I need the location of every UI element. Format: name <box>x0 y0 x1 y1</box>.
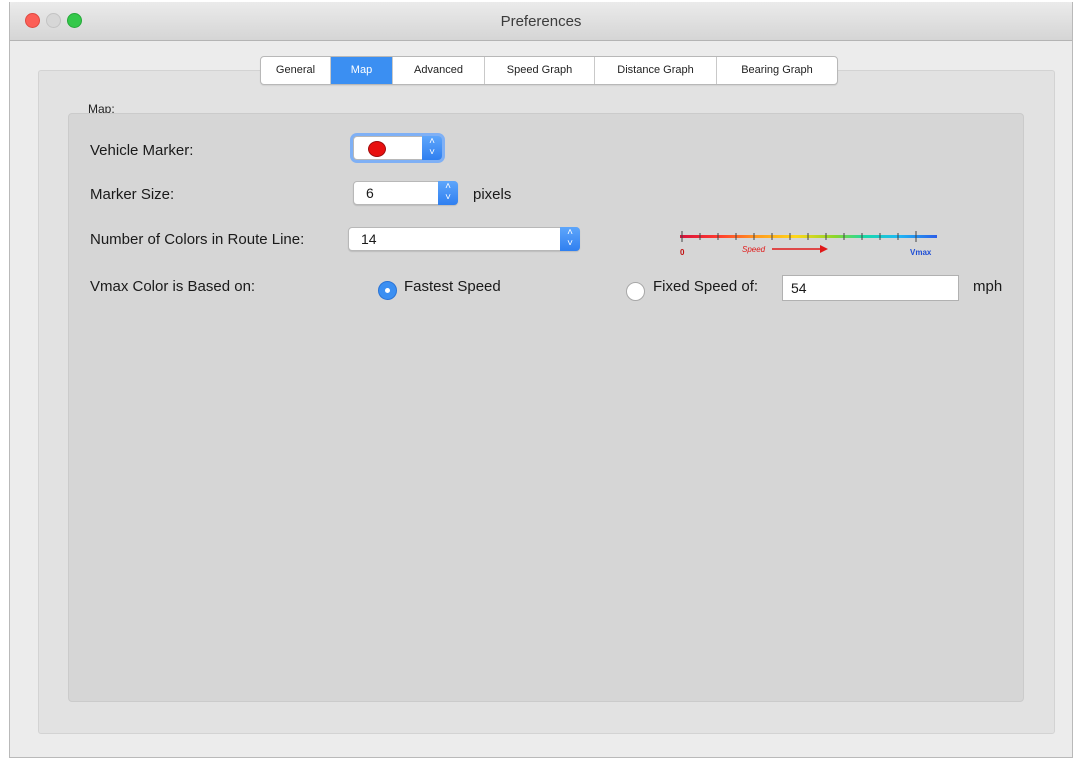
tab-distance-graph[interactable]: Distance Graph <box>595 57 717 84</box>
fixed-speed-input[interactable]: 54 <box>782 275 959 301</box>
vmax-label: Vmax Color is Based on: <box>90 278 256 295</box>
popup-stepper-icon: ˄ ˅ <box>560 227 580 251</box>
fixed-speed-radio[interactable] <box>626 282 645 301</box>
preferences-window: Preferences General Map Advanced Speed G… <box>9 2 1073 758</box>
scale-arrow-head <box>820 245 828 253</box>
tab-advanced[interactable]: Advanced <box>393 57 485 84</box>
map-group-box <box>68 113 1024 702</box>
red-circle-marker-icon <box>368 141 386 157</box>
marker-size-unit: pixels <box>473 186 512 203</box>
scale-end-label: Vmax <box>910 248 932 257</box>
tab-map[interactable]: Map <box>331 57 393 84</box>
window-title: Preferences <box>500 13 582 30</box>
tab-bar: General Map Advanced Speed Graph Distanc… <box>260 56 838 85</box>
scale-speed-label: Speed <box>742 245 766 254</box>
marker-size-value: 6 <box>366 185 374 201</box>
fastest-speed-label[interactable]: Fastest Speed <box>404 278 501 295</box>
route-colors-label: Number of Colors in Route Line: <box>90 231 305 248</box>
fixed-speed-unit: mph <box>973 278 1003 295</box>
popup-stepper-icon: ˄ ˅ <box>422 136 442 160</box>
tab-bearing-graph[interactable]: Bearing Graph <box>717 57 837 84</box>
title-bar[interactable]: Preferences <box>10 2 1072 41</box>
marker-size-popup[interactable]: 6 ˄ ˅ <box>353 181 458 205</box>
fastest-speed-radio[interactable] <box>378 281 397 300</box>
vehicle-marker-popup[interactable]: ˄ ˅ <box>353 136 442 160</box>
scale-start-label: 0 <box>680 248 685 257</box>
tab-general[interactable]: General <box>261 57 331 84</box>
route-colors-popup[interactable]: 14 ˄ ˅ <box>348 227 580 251</box>
fixed-speed-label[interactable]: Fixed Speed of: <box>653 278 758 295</box>
route-colors-value: 14 <box>361 231 377 247</box>
tab-speed-graph[interactable]: Speed Graph <box>485 57 595 84</box>
marker-size-label: Marker Size: <box>90 186 175 203</box>
speed-color-scale-icon: 0 Speed Vmax <box>680 231 937 257</box>
popup-stepper-icon: ˄ ˅ <box>438 181 458 205</box>
vehicle-marker-label: Vehicle Marker: <box>90 142 194 159</box>
